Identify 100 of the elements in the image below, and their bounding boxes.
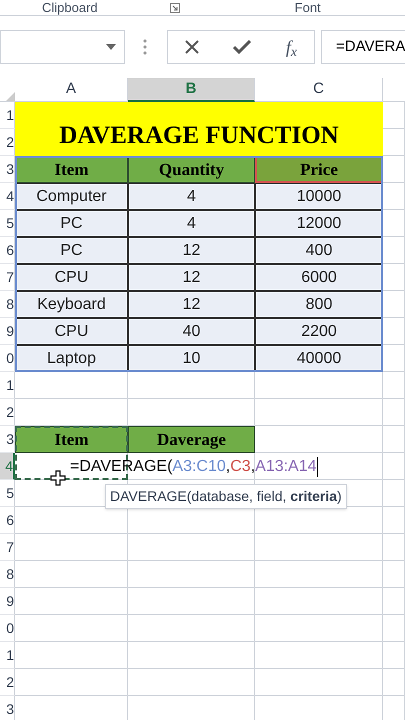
empty-cell[interactable] <box>383 237 405 264</box>
sheet-title: DAVERAGE FUNCTION <box>15 102 383 156</box>
table-cell: CPU <box>15 264 128 291</box>
column-header[interactable]: A <box>15 78 128 102</box>
row-number[interactable]: 1 <box>0 372 15 399</box>
check-icon[interactable] <box>233 40 252 54</box>
empty-cell[interactable] <box>383 480 405 507</box>
empty-cell[interactable] <box>255 588 383 615</box>
formula-cell[interactable]: =DAVERAGE(A3:C10,C3,A13:A14 <box>15 453 383 480</box>
empty-cell[interactable] <box>15 669 128 696</box>
table-cell: Laptop <box>15 345 128 372</box>
empty-cell[interactable] <box>255 561 383 588</box>
empty-cell[interactable] <box>128 669 255 696</box>
empty-cell[interactable] <box>15 588 128 615</box>
name-box[interactable] <box>0 30 125 64</box>
empty-cell[interactable] <box>255 615 383 642</box>
row-number[interactable]: 6 <box>0 237 15 264</box>
column-header[interactable]: B <box>128 78 255 102</box>
empty-cell[interactable] <box>128 615 255 642</box>
insert-function-button[interactable]: f$_{x}$ <box>286 34 297 60</box>
table-cell: 10 <box>128 345 255 372</box>
table-cell: Computer <box>15 183 128 210</box>
table-cell: 40 <box>128 318 255 345</box>
row-number[interactable]: 3 <box>0 156 15 183</box>
row-number[interactable]: 1 <box>0 642 15 669</box>
row-number[interactable]: 8 <box>0 291 15 318</box>
empty-cell[interactable] <box>255 534 383 561</box>
empty-cell[interactable] <box>383 372 405 399</box>
empty-cell[interactable] <box>383 183 405 210</box>
row-number[interactable]: 4 <box>0 183 15 210</box>
move-cursor-icon <box>50 470 66 486</box>
empty-cell[interactable] <box>383 588 405 615</box>
empty-cell[interactable] <box>383 318 405 345</box>
empty-cell[interactable] <box>255 669 383 696</box>
formula-input[interactable]: =DAVERA <box>321 30 405 64</box>
empty-cell[interactable] <box>128 561 255 588</box>
empty-cell[interactable] <box>383 507 405 534</box>
row-number[interactable]: 8 <box>0 561 15 588</box>
empty-cell[interactable] <box>383 291 405 318</box>
empty-cell[interactable] <box>383 453 405 480</box>
row-number[interactable]: 3 <box>0 696 15 720</box>
row-number[interactable]: 9 <box>0 318 15 345</box>
table-cell: 400 <box>255 237 383 264</box>
table-cell: PC <box>15 210 128 237</box>
empty-cell[interactable] <box>255 372 383 399</box>
empty-cell[interactable] <box>128 534 255 561</box>
table-cell: 4 <box>128 210 255 237</box>
column-header[interactable]: C <box>255 78 383 102</box>
row-number[interactable]: 0 <box>0 615 15 642</box>
cancel-icon[interactable] <box>185 40 200 54</box>
empty-cell[interactable] <box>383 399 405 426</box>
empty-cell[interactable] <box>383 561 405 588</box>
table-cell: PC <box>15 237 128 264</box>
empty-cell[interactable] <box>383 615 405 642</box>
row-number[interactable]: 5 <box>0 480 15 507</box>
empty-cell[interactable] <box>383 669 405 696</box>
row-number[interactable]: 2 <box>0 669 15 696</box>
table-cell: 40000 <box>255 345 383 372</box>
empty-cell[interactable] <box>128 588 255 615</box>
empty-cell[interactable] <box>15 534 128 561</box>
ribbon-group-label: Font <box>294 0 321 17</box>
row-number[interactable]: 0 <box>0 345 15 372</box>
table-cell: CPU <box>15 318 128 345</box>
table-cell: 4 <box>128 183 255 210</box>
criteria-header-cell: Daverage <box>128 426 255 453</box>
row-number[interactable]: 9 <box>0 588 15 615</box>
ribbon-group-label: Clipboard <box>42 0 98 17</box>
empty-cell[interactable] <box>15 642 128 669</box>
row-number[interactable]: 7 <box>0 264 15 291</box>
table-header-cell: Price <box>255 156 383 183</box>
empty-cell[interactable] <box>383 156 405 183</box>
empty-cell[interactable] <box>383 210 405 237</box>
empty-cell[interactable] <box>15 615 128 642</box>
row-number[interactable]: 5 <box>0 210 15 237</box>
empty-cell[interactable] <box>15 372 128 399</box>
row-number[interactable]: 7 <box>0 534 15 561</box>
empty-cell[interactable] <box>383 426 405 453</box>
empty-cell[interactable] <box>128 372 255 399</box>
empty-cell[interactable] <box>383 642 405 669</box>
empty-cell[interactable] <box>383 264 405 291</box>
empty-cell[interactable] <box>383 345 405 372</box>
table-cell: 12000 <box>255 210 383 237</box>
table-cell: Keyboard <box>15 291 128 318</box>
table-cell: 6000 <box>255 264 383 291</box>
table-header-cell: Item <box>15 156 128 183</box>
empty-cell[interactable] <box>128 642 255 669</box>
row-number[interactable]: 4 <box>0 453 15 480</box>
dialog-launcher-icon[interactable] <box>170 2 180 12</box>
empty-cell[interactable] <box>255 399 383 426</box>
row-number[interactable]: 2 <box>0 399 15 426</box>
select-all-icon[interactable] <box>6 92 15 101</box>
table-cell: 10000 <box>255 183 383 210</box>
empty-cell[interactable] <box>383 534 405 561</box>
table-cell: 12 <box>128 291 255 318</box>
function-tooltip: DAVERAGE(database, field, criteria) <box>105 484 347 509</box>
empty-cell[interactable] <box>255 642 383 669</box>
grip-dots-icon <box>143 39 147 55</box>
row-number[interactable]: 6 <box>0 507 15 534</box>
table-header-cell: Quantity <box>128 156 255 183</box>
empty-cell[interactable] <box>15 561 128 588</box>
